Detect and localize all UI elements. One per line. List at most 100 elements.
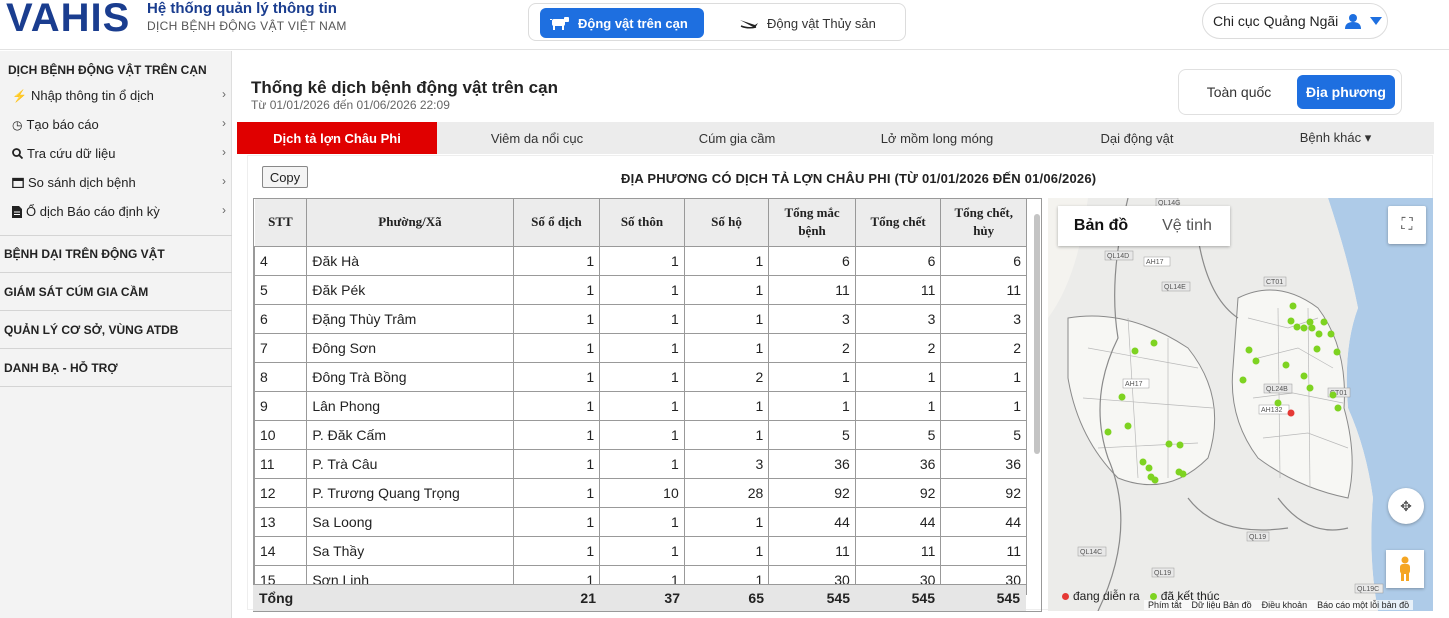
map-type-satellite[interactable]: Vệ tinh (1144, 206, 1230, 246)
table-total-row: Tổng 21 37 65 545 545 545 (253, 584, 1026, 611)
fullscreen-icon[interactable]: ⛶ (1388, 206, 1426, 244)
sidebar: DỊCH BỆNH ĐỘNG VẬT TRÊN CẠN ⚡ Nhập thông… (0, 51, 232, 618)
map-footer-data[interactable]: Dữ liệu Bản đồ (1192, 600, 1252, 610)
cell-value: 11 (768, 535, 856, 566)
outbreak-marker-finished[interactable] (1300, 324, 1308, 332)
sidebar-section-avian-flu[interactable]: GIÁM SÁT CÚM GIA CẦM (4, 285, 148, 299)
vahis-logo[interactable]: VAHIS (6, 0, 130, 41)
tab-lumpy-skin[interactable]: Viêm da nổi cục (437, 122, 637, 154)
outbreak-marker-finished[interactable] (1333, 348, 1341, 356)
cell-ward: P. Đăk Cấm (306, 419, 514, 450)
outbreak-marker-finished[interactable] (1315, 330, 1323, 338)
outbreak-marker-finished[interactable] (1282, 361, 1290, 369)
map-footer-shortcuts[interactable]: Phím tắt (1148, 600, 1182, 610)
outbreak-map[interactable]: QL14G QL14D AH17 QL14E CT01 AH17 QL24B C… (1048, 198, 1433, 611)
table-row[interactable]: 5 Đăk Pék 1 1 1 11 11 11 (254, 274, 1027, 305)
sidebar-section-contacts[interactable]: DANH BẠ - HỖ TRỢ (4, 361, 118, 375)
outbreak-marker-finished[interactable] (1245, 346, 1253, 354)
map-camera-control-icon[interactable]: ✥ (1388, 488, 1424, 524)
outbreak-marker-finished[interactable] (1274, 399, 1282, 407)
col-ward[interactable]: Phường/Xã (306, 199, 514, 246)
total-outbreaks: 21 (580, 590, 596, 606)
sidebar-section-facilities[interactable]: QUẢN LÝ CƠ SỞ, VÙNG ATDB (4, 323, 178, 337)
outbreak-marker-finished[interactable] (1150, 339, 1158, 347)
outbreak-marker-finished[interactable] (1252, 357, 1260, 365)
col-households[interactable]: Số hộ (684, 199, 770, 246)
table-scrollbar[interactable] (1034, 214, 1040, 454)
col-total-dead-destroyed[interactable]: Tổng chết, hủy (940, 199, 1027, 246)
user-menu-button[interactable]: Chi cục Quảng Ngãi (1202, 3, 1388, 39)
cell-value: 1 (683, 274, 770, 305)
map-type-roadmap[interactable]: Bản đồ (1058, 206, 1144, 246)
scope-nationwide-button[interactable]: Toàn quốc (1183, 75, 1295, 109)
sidebar-item-lookup[interactable]: Tra cứu dữ liệu › (12, 145, 226, 161)
cell-stt: 6 (254, 303, 308, 334)
outbreak-marker-finished[interactable] (1139, 458, 1147, 466)
outbreak-marker-finished[interactable] (1124, 422, 1132, 430)
outbreak-marker-active[interactable] (1287, 409, 1295, 417)
table-row[interactable]: 11 P. Trà Câu 1 1 3 36 36 36 (254, 448, 1027, 479)
outbreak-marker-finished[interactable] (1293, 323, 1301, 331)
table-row[interactable]: 10 P. Đăk Cấm 1 1 1 5 5 5 (254, 419, 1027, 450)
map-canvas[interactable]: QL14G QL14D AH17 QL14E CT01 AH17 QL24B C… (1048, 198, 1433, 611)
tab-african-swine-fever[interactable]: Dịch tả lợn Châu Phi (237, 122, 437, 154)
tab-other-diseases[interactable]: Bệnh khác ▾ (1237, 122, 1434, 154)
col-total-infected[interactable]: Tổng mắc bệnh (768, 199, 856, 246)
tab-avian-flu[interactable]: Cúm gia cầm (637, 122, 837, 154)
tab-foot-and-mouth[interactable]: Lở mồm long móng (837, 122, 1037, 154)
outbreak-marker-finished[interactable] (1313, 345, 1321, 353)
outbreak-marker-finished[interactable] (1334, 404, 1342, 412)
table-row[interactable]: 4 Đăk Hà 1 1 1 6 6 6 (254, 245, 1027, 276)
outbreak-marker-finished[interactable] (1104, 428, 1112, 436)
street-view-pegman-icon[interactable] (1386, 550, 1424, 588)
col-outbreaks[interactable]: Số ổ dịch (513, 199, 601, 246)
outbreak-marker-finished[interactable] (1287, 317, 1295, 325)
outbreak-marker-finished[interactable] (1327, 330, 1335, 338)
table-row[interactable]: 13 Sa Loong 1 1 1 44 44 44 (254, 506, 1027, 537)
outbreak-marker-finished[interactable] (1165, 440, 1173, 448)
cell-value: 1 (683, 506, 770, 537)
table-row[interactable]: 8 Đông Trà Bồng 1 1 2 1 1 1 (254, 361, 1027, 392)
sidebar-item-create-report[interactable]: ◷ Tạo báo cáo › (12, 116, 226, 132)
sidebar-item-periodic-report[interactable]: Ổ dịch Báo cáo định kỳ › (12, 203, 226, 219)
road-label: QL19C (1357, 586, 1379, 593)
outbreak-marker-finished[interactable] (1131, 347, 1139, 355)
sidebar-section-land-diseases[interactable]: DỊCH BỆNH ĐỘNG VẬT TRÊN CẠN (4, 63, 211, 77)
map-footer-report[interactable]: Báo cáo một lỗi bản đồ (1317, 600, 1409, 610)
outbreak-marker-finished[interactable] (1151, 476, 1159, 484)
cell-value: 1 (683, 419, 770, 450)
col-villages[interactable]: Số thôn (599, 199, 685, 246)
sidebar-item-compare[interactable]: So sánh dịch bệnh › (12, 174, 226, 190)
cell-value: 3 (683, 448, 770, 479)
copy-button[interactable]: Copy (262, 166, 308, 188)
tab-land-animals[interactable]: Động vật trên cạn (540, 8, 704, 38)
sidebar-item-input-outbreak[interactable]: ⚡ Nhập thông tin ổ dịch › (12, 87, 226, 103)
outbreak-marker-finished[interactable] (1300, 372, 1308, 380)
tab-rabies[interactable]: Dại động vật (1037, 122, 1237, 154)
table-row[interactable]: 14 Sa Thầy 1 1 1 11 11 11 (254, 535, 1027, 566)
tab-aquatic-animals[interactable]: Động vật Thủy sản (729, 8, 899, 38)
col-total-dead[interactable]: Tổng chết (855, 199, 942, 246)
table-row[interactable]: 6 Đặng Thùy Trâm 1 1 1 3 3 3 (254, 303, 1027, 334)
cell-value: 1 (599, 245, 685, 276)
table-row[interactable]: 12 P. Trương Quang Trọng 1 10 28 92 92 92 (254, 477, 1027, 508)
table-row[interactable]: 7 Đông Sơn 1 1 1 2 2 2 (254, 332, 1027, 363)
sidebar-section-rabies[interactable]: BỆNH DẠI TRÊN ĐỘNG VẬT (4, 247, 165, 261)
outbreak-marker-finished[interactable] (1329, 391, 1337, 399)
outbreak-marker-finished[interactable] (1118, 393, 1126, 401)
outbreak-marker-finished[interactable] (1308, 324, 1316, 332)
outbreak-marker-finished[interactable] (1176, 441, 1184, 449)
scope-local-button[interactable]: Địa phương (1297, 75, 1395, 109)
outbreak-marker-finished[interactable] (1306, 318, 1314, 326)
outbreak-marker-finished[interactable] (1320, 318, 1328, 326)
outbreak-marker-finished[interactable] (1306, 384, 1314, 392)
outbreak-table-container[interactable]: STT Phường/Xã Số ổ dịch Số thôn Số hộ Tổ… (253, 198, 1042, 612)
outbreak-marker-finished[interactable] (1239, 376, 1247, 384)
map-footer-terms[interactable]: Điều khoản (1262, 600, 1308, 610)
table-row[interactable]: 9 Lân Phong 1 1 1 1 1 1 (254, 390, 1027, 421)
outbreak-marker-finished[interactable] (1289, 302, 1297, 310)
outbreak-marker-finished[interactable] (1179, 470, 1187, 478)
sidebar-item-label: So sánh dịch bệnh (28, 175, 136, 190)
col-stt[interactable]: STT (254, 199, 308, 246)
outbreak-marker-finished[interactable] (1145, 464, 1153, 472)
